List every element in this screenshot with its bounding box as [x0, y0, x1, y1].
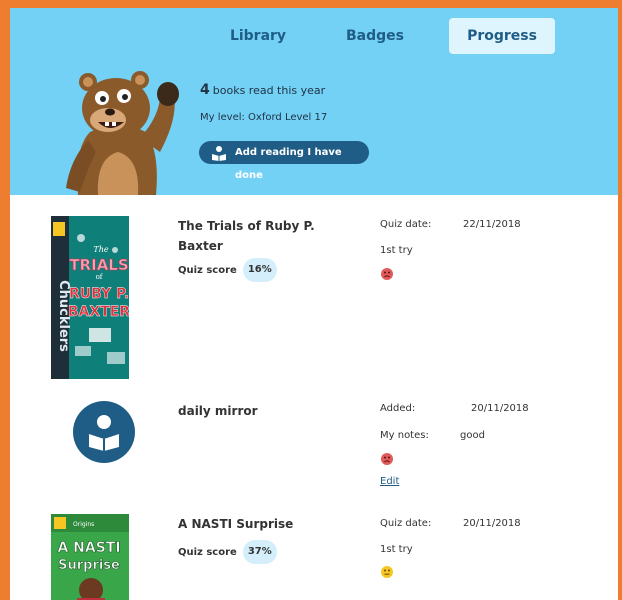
cover-text-baxter: BAXTER — [68, 304, 129, 320]
book-cover-ruby-baxter[interactable]: Chucklers The TRIALS of RUBY P. BAXTER — [51, 216, 129, 379]
header: Library Badges Progress 4 books read thi… — [10, 8, 618, 195]
sad-face-icon — [381, 453, 393, 465]
cover-text-nasti: A NASTI — [57, 540, 120, 556]
book-title[interactable]: daily mirror — [178, 401, 328, 421]
quiz-date-label: Quiz date: — [380, 518, 432, 529]
cover-text-the: The — [93, 245, 108, 254]
books-count: 4 — [200, 82, 210, 98]
quiz-date-value: 22/11/2018 — [463, 219, 521, 230]
reader-icon — [212, 146, 226, 161]
neutral-face-icon — [381, 566, 393, 578]
reader-icon — [89, 415, 119, 451]
bear-mascot — [66, 71, 179, 195]
added-label: Added: — [380, 403, 416, 414]
notes-value: good — [460, 430, 485, 441]
cover-text-surprise: Surprise — [58, 558, 120, 573]
books-suffix: books read this year — [212, 84, 326, 97]
books-read-line: 4 books read this year — [200, 82, 327, 98]
quiz-date-label: Quiz date: — [380, 219, 432, 230]
notes-label: My notes: — [380, 430, 429, 441]
reading-placeholder-icon — [73, 401, 135, 463]
book-title[interactable]: A NASTI Surprise — [178, 514, 328, 534]
quiz-score-label: Quiz score — [178, 546, 237, 558]
cover-text-trials: TRIALS — [69, 256, 128, 274]
quiz-attempt: 1st try — [380, 245, 413, 256]
cover-series: Origins — [73, 521, 94, 528]
quiz-attempt: 1st try — [380, 544, 413, 555]
quiz-score-label: Quiz score — [178, 264, 237, 276]
reading-stats: 4 books read this year My level: Oxford L… — [200, 82, 327, 123]
edit-link[interactable]: Edit — [380, 476, 399, 487]
reading-level: My level: Oxford Level 17 — [200, 112, 328, 123]
tab-library[interactable]: Library — [200, 18, 316, 54]
quiz-date-value: 20/11/2018 — [463, 518, 521, 529]
add-reading-label: Add reading I have done — [235, 147, 342, 181]
added-date-value: 20/11/2018 — [471, 403, 529, 414]
quiz-score-badge: 16% — [242, 258, 277, 282]
quiz-score: Quiz score 37% — [178, 540, 277, 564]
book-title[interactable]: The Trials of Ruby P. Baxter — [178, 216, 328, 256]
tab-badges[interactable]: Badges — [320, 18, 430, 54]
app-frame: Library Badges Progress 4 books read thi… — [0, 0, 622, 600]
tab-progress[interactable]: Progress — [449, 18, 555, 54]
add-reading-button[interactable]: Add reading I have done — [199, 141, 369, 181]
book-cover-nasti-surprise[interactable]: Origins A NASTI Surprise — [51, 514, 129, 600]
quiz-score-badge: 37% — [242, 540, 277, 564]
quiz-score: Quiz score 16% — [178, 258, 277, 282]
sad-face-icon — [381, 268, 393, 280]
cover-text-ruby: RUBY P. — [69, 286, 129, 302]
